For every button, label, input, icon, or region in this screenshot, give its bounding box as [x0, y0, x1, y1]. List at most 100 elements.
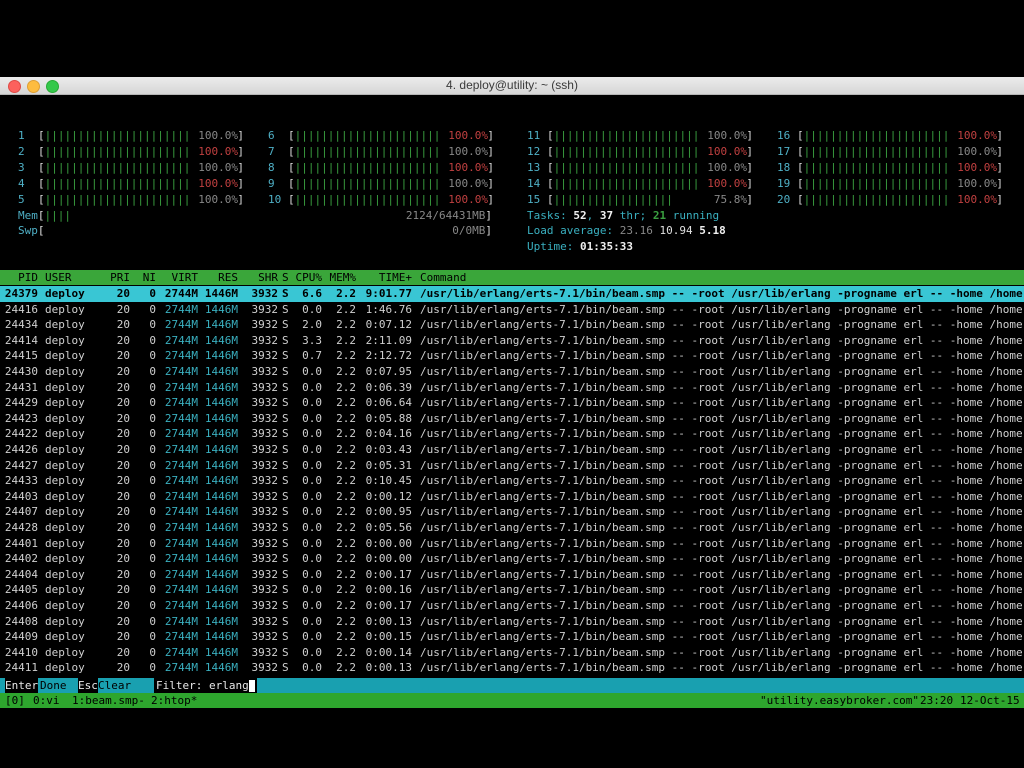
- cpu-meter-14: 14 [|||||||||||||||||||||| 100.0%]: [527, 177, 753, 190]
- table-row[interactable]: 24423 deploy 20 0 2744M 1446M 3932 S 0.0 2.2 0:05.…: [0, 411, 1024, 427]
- cell-command: /usr/lib/erlang/erts-7.1/bin/beam.smp --…: [420, 318, 1023, 332]
- col-time[interactable]: TIME+: [356, 270, 412, 285]
- cell-pri: 20: [116, 474, 130, 488]
- table-row[interactable]: 24408 deploy 20 0 2744M 1446M 3932 S 0.0 2.2 0:00.…: [0, 614, 1024, 630]
- cell-mem: 2.2: [336, 474, 356, 488]
- cpu-bars: ||||||||||||||||||||||: [553, 177, 700, 190]
- cell-user: deploy: [45, 287, 85, 300]
- cell-shr: 3932: [251, 552, 279, 566]
- cell-mem: 2.2: [336, 661, 356, 675]
- cpu-percent: 100.0%: [957, 129, 997, 142]
- cpu-meter-6: 6 [|||||||||||||||||||||| 100.0%]: [268, 129, 494, 142]
- cell-user: deploy: [45, 365, 85, 378]
- col-shr[interactable]: SHR: [238, 270, 278, 285]
- cell-ni: 0: [149, 443, 156, 456]
- table-row[interactable]: 24427 deploy 20 0 2744M 1446M 3932 S 0.0 2.2 0:05.…: [0, 458, 1024, 474]
- cell-cpu: 0.0: [302, 583, 322, 597]
- cpu-bars: ||||||||||||||||||||||: [44, 177, 191, 190]
- tmux-session: [0]: [5, 694, 25, 707]
- tmux-window-1[interactable]: 1:beam.smp-: [72, 693, 145, 708]
- tmux-window-0[interactable]: 0:vi: [33, 693, 60, 708]
- cell-pid: 24401: [4, 536, 38, 550]
- col-mem[interactable]: MEM%: [322, 270, 357, 285]
- process-table-header[interactable]: PID USER PRI NI VIRT RES SHR S CPU% MEM%…: [0, 270, 1024, 285]
- table-row[interactable]: 24402 deploy 20 0 2744M 1446M 3932 S 0.0 2.2 0:00.…: [0, 551, 1024, 567]
- col-ni[interactable]: NI: [136, 270, 156, 285]
- col-pid[interactable]: PID: [0, 270, 38, 285]
- cell-s: S: [282, 380, 289, 394]
- col-command[interactable]: Command: [420, 270, 466, 285]
- cell-mem: 2.2: [336, 318, 356, 332]
- col-pri[interactable]: PRI: [100, 270, 130, 285]
- table-row[interactable]: 24404 deploy 20 0 2744M 1446M 3932 S 0.0 2.2 0:00.…: [0, 567, 1024, 583]
- col-virt[interactable]: VIRT: [158, 270, 199, 285]
- cpu-percent: 100.0%: [448, 193, 488, 206]
- cpu-bars: ||||||||||||||||||||||: [803, 129, 950, 142]
- cell-shr: 3932: [251, 380, 279, 394]
- table-row[interactable]: 24429 deploy 20 0 2744M 1446M 3932 S 0.0 2.2 0:06.…: [0, 395, 1024, 411]
- swp-value: 0/0MB]: [452, 224, 492, 237]
- cell-shr: 3932: [251, 333, 279, 347]
- table-row[interactable]: 24406 deploy 20 0 2744M 1446M 3932 S 0.0 2.2 0:00.…: [0, 598, 1024, 614]
- cell-user: deploy: [45, 474, 85, 488]
- table-row[interactable]: 24409 deploy 20 0 2744M 1446M 3932 S 0.0 2.2 0:00.…: [0, 629, 1024, 645]
- table-row[interactable]: 24401 deploy 20 0 2744M 1446M 3932 S 0.0 2.2 0:00.…: [0, 536, 1024, 552]
- col-res[interactable]: RES: [198, 270, 238, 285]
- tmux-window-2[interactable]: 2:htop*: [151, 693, 197, 708]
- cell-pid: 24414: [4, 333, 38, 347]
- table-row[interactable]: 24411 deploy 20 0 2744M 1446M 3932 S 0.0 2.2 0:00.…: [0, 660, 1024, 676]
- cell-cpu: 0.0: [302, 458, 322, 472]
- table-row[interactable]: 24415 deploy 20 0 2744M 1446M 3932 S 0.7 2.2 2:12.…: [0, 348, 1024, 364]
- cell-pid: 24429: [4, 396, 38, 410]
- table-row[interactable]: 24430 deploy 20 0 2744M 1446M 3932 S 0.0 2.2 0:07.…: [0, 364, 1024, 380]
- table-row[interactable]: 24416 deploy 20 0 2744M 1446M 3932 S 0.0 2.2 1:46.…: [0, 302, 1024, 318]
- cell-user: deploy: [45, 396, 85, 410]
- table-row-selected[interactable]: 24379 deploy 20 0 2744M 1446M 3932 S 6.6 2.2 9:01.…: [0, 286, 1024, 302]
- cell-s: S: [282, 396, 289, 410]
- table-row[interactable]: 24426 deploy 20 0 2744M 1446M 3932 S 0.0 2.2 0:03.…: [0, 442, 1024, 458]
- table-row[interactable]: 24405 deploy 20 0 2744M 1446M 3932 S 0.0 2.2 0:00.…: [0, 582, 1024, 598]
- cell-time: 0:00.14: [365, 645, 412, 659]
- table-row[interactable]: 24428 deploy 20 0 2744M 1446M 3932 S 0.0 2.2 0:05.…: [0, 520, 1024, 536]
- cell-pid: 24405: [4, 583, 38, 597]
- table-row[interactable]: 24433 deploy 20 0 2744M 1446M 3932 S 0.0 2.2 0:10.…: [0, 473, 1024, 489]
- cell-ni: 0: [149, 318, 156, 332]
- cpu-number: 13: [527, 161, 541, 174]
- cpu-number: 4: [18, 177, 25, 190]
- cell-ni: 0: [149, 552, 156, 566]
- table-row[interactable]: 24414 deploy 20 0 2744M 1446M 3932 S 3.3 2.2 2:11.…: [0, 333, 1024, 349]
- col-cpu[interactable]: CPU%: [290, 270, 323, 285]
- cell-s: S: [282, 287, 289, 300]
- table-row[interactable]: 24407 deploy 20 0 2744M 1446M 3932 S 0.0 2.2 0:00.…: [0, 504, 1024, 520]
- cell-res: 1446M: [204, 302, 238, 316]
- cell-user: deploy: [45, 552, 85, 566]
- filter-input[interactable]: Filter: erlang: [154, 678, 257, 693]
- table-row[interactable]: 24434 deploy 20 0 2744M 1446M 3932 S 2.0 2.2 0:07.…: [0, 317, 1024, 333]
- window-title: 4. deploy@utility: ~ (ssh): [446, 78, 578, 92]
- cpu-bars: ||||||||||||||||||||||: [803, 177, 950, 190]
- cell-command: /usr/lib/erlang/erts-7.1/bin/beam.smp --…: [420, 567, 1023, 581]
- cell-s: S: [282, 583, 289, 597]
- col-state[interactable]: S: [282, 270, 289, 285]
- table-row[interactable]: 24431 deploy 20 0 2744M 1446M 3932 S 0.0 2.2 0:06.…: [0, 380, 1024, 396]
- cell-user: deploy: [45, 411, 85, 425]
- cpu-percent: 75.8%: [713, 193, 747, 206]
- table-row[interactable]: 24403 deploy 20 0 2744M 1446M 3932 S 0.0 2.2 0:00.…: [0, 489, 1024, 505]
- cell-pri: 20: [116, 349, 130, 363]
- cell-ni: 0: [149, 505, 156, 519]
- cell-time: 1:46.76: [365, 302, 412, 316]
- col-user[interactable]: USER: [45, 270, 72, 285]
- cell-command: /usr/lib/erlang/erts-7.1/bin/beam.smp --…: [420, 333, 1023, 347]
- table-row[interactable]: 24422 deploy 20 0 2744M 1446M 3932 S 0.0 2.2 0:04.…: [0, 426, 1024, 442]
- cell-s: S: [282, 458, 289, 472]
- cpu-percent: 100.0%: [957, 193, 997, 206]
- cell-cpu: 3.3: [302, 333, 322, 347]
- esc-key[interactable]: Esc: [78, 678, 98, 693]
- cell-pri: 20: [116, 583, 130, 597]
- terminal-content[interactable]: 1 [|||||||||||||||||||||| 100.0%] 2 [|||||||…: [0, 95, 1024, 708]
- cell-mem: 2.2: [336, 599, 356, 612]
- cell-user: deploy: [45, 380, 85, 394]
- tasks-info: Tasks: 52, 37 thr; 21 running: [527, 209, 720, 222]
- enter-key[interactable]: Enter: [5, 678, 39, 693]
- table-row[interactable]: 24410 deploy 20 0 2744M 1446M 3932 S 0.0 2.2 0:00.…: [0, 645, 1024, 661]
